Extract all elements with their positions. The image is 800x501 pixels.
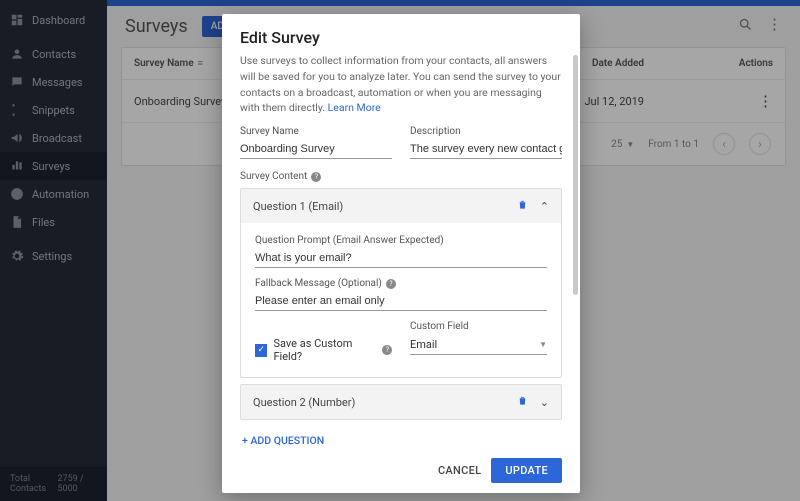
description-input[interactable] — [410, 140, 562, 159]
survey-name-label: Survey Name — [240, 126, 392, 137]
question-title: Question 1 (Email) — [253, 200, 343, 213]
chevron-down-icon[interactable]: ⌄ — [540, 396, 549, 409]
delete-icon[interactable] — [517, 395, 528, 409]
question-card-2: Question 2 (Number) ⌄ — [240, 384, 562, 420]
question-2-header[interactable]: Question 2 (Number) ⌄ — [241, 385, 561, 419]
prompt-label: Question Prompt (Email Answer Expected) — [255, 235, 547, 246]
help-icon[interactable]: ? — [382, 345, 392, 355]
description-label: Description — [410, 126, 562, 137]
modal-title: Edit Survey — [222, 14, 580, 53]
save-custom-field-checkbox[interactable]: ✓ — [255, 344, 267, 357]
edit-survey-modal: Edit Survey Use surveys to collect infor… — [222, 14, 580, 493]
custom-field-label: Custom Field — [410, 321, 547, 332]
chevron-up-icon[interactable]: ⌃ — [540, 200, 549, 213]
delete-icon[interactable] — [517, 199, 528, 213]
chevron-down-icon: ▼ — [539, 340, 547, 349]
help-icon[interactable]: ? — [311, 172, 321, 182]
prompt-input[interactable] — [255, 249, 547, 268]
question-1-header[interactable]: Question 1 (Email) ⌃ — [241, 189, 561, 223]
modal-scrollbar[interactable] — [573, 55, 578, 448]
question-title: Question 2 (Number) — [253, 396, 355, 409]
fallback-label: Fallback Message (Optional) — [255, 278, 382, 289]
learn-more-link[interactable]: Learn More — [328, 101, 381, 114]
add-question-button[interactable]: + ADD QUESTION — [240, 426, 562, 448]
help-icon[interactable]: ? — [386, 279, 396, 289]
save-custom-field-label: Save as Custom Field? — [273, 337, 378, 363]
survey-content-label: Survey Content — [240, 171, 307, 182]
custom-field-select[interactable]: Email▼ — [410, 335, 547, 355]
question-card-1: Question 1 (Email) ⌃ Question Prompt (Em… — [240, 188, 562, 378]
cancel-button[interactable]: CANCEL — [438, 464, 481, 477]
fallback-input[interactable] — [255, 292, 547, 311]
survey-name-input[interactable] — [240, 140, 392, 159]
update-button[interactable]: UPDATE — [491, 458, 562, 483]
modal-help-text: Use surveys to collect information from … — [240, 53, 562, 116]
